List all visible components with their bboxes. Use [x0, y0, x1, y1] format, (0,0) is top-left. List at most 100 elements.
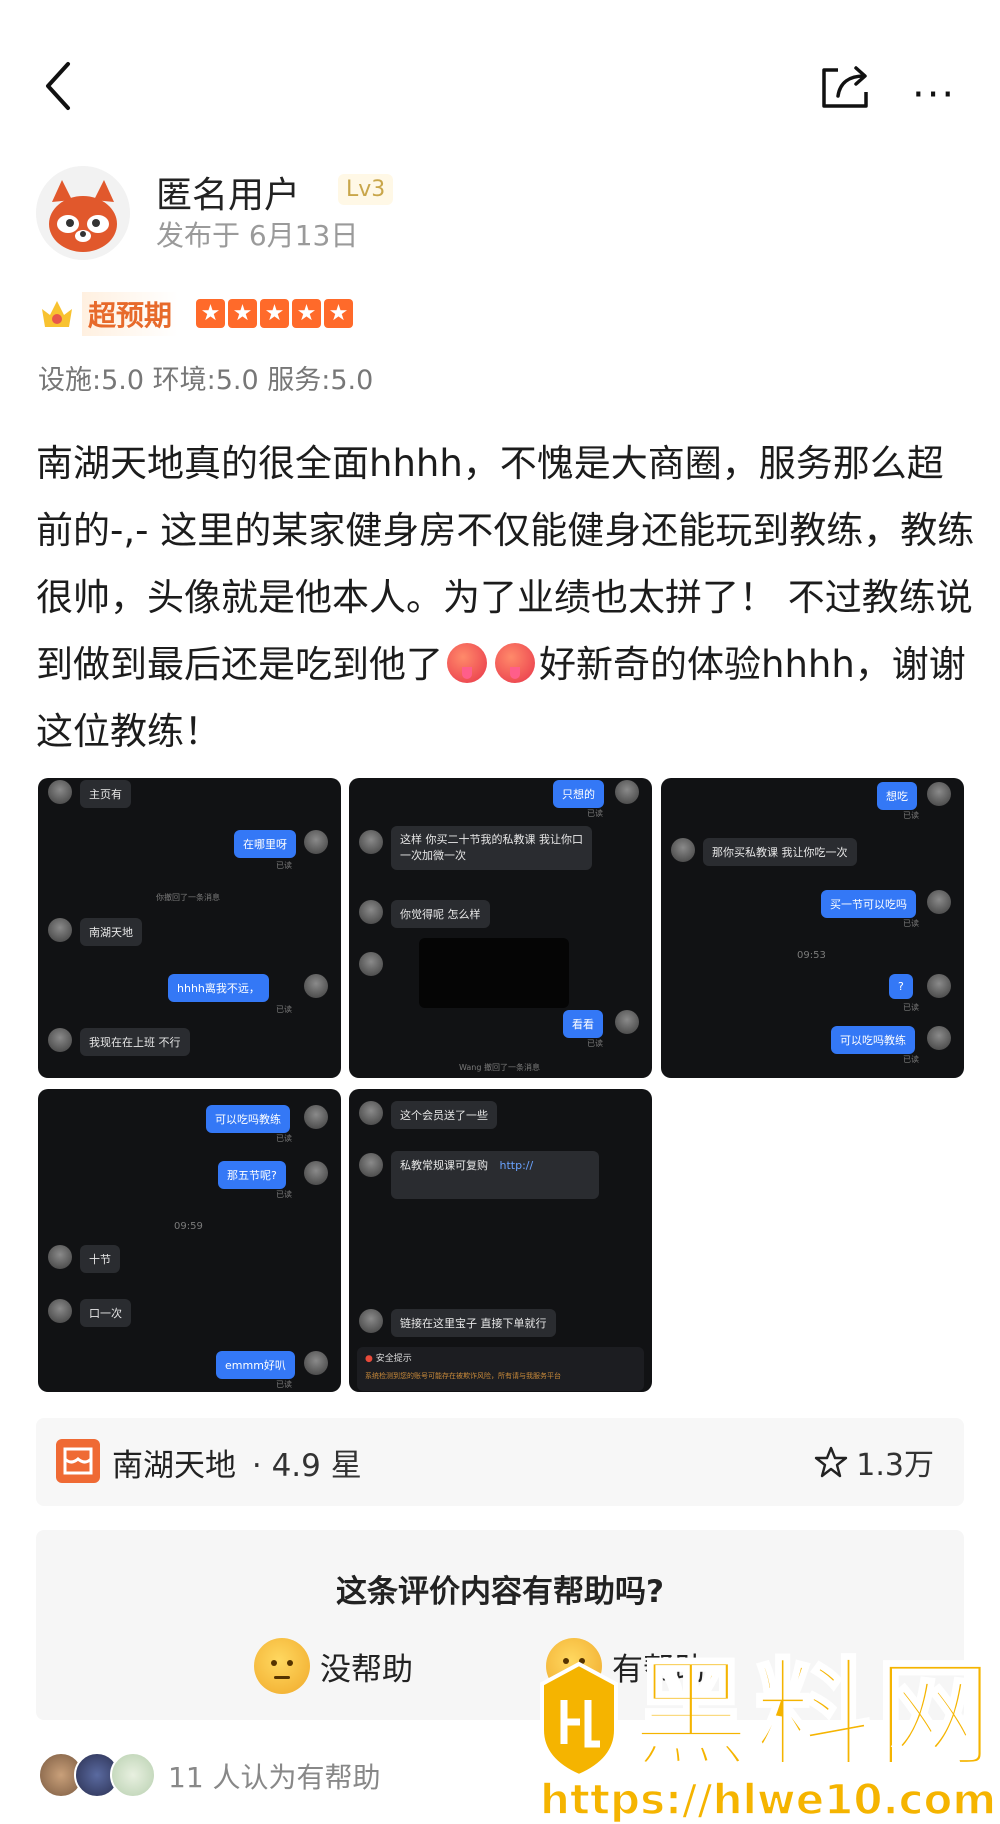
read-receipt: 已读 [276, 1134, 292, 1143]
chat-message: 可以吃吗教练 [831, 1026, 915, 1054]
recall-notice: 你撤回了一条消息 [156, 893, 220, 902]
place-card[interactable]: 南湖天地 · 4.9 星 1.3万 [36, 1418, 964, 1506]
chat-avatar [359, 830, 383, 854]
review-text: 南湖天地真的很全面hhhh，不愧是大商圈，服务那么超前的-,- 这里的某家健身房… [36, 430, 976, 765]
watermark-url: https://hlwe10.com [539, 1774, 997, 1824]
chat-message: 主页有 [80, 780, 131, 808]
chat-avatar [48, 918, 72, 942]
hot-face-emoji-icon [495, 643, 535, 683]
read-receipt: 已读 [903, 1003, 919, 1012]
favorite-button[interactable]: 1.3万 [814, 1440, 934, 1484]
favorite-count: 1.3万 [856, 1448, 934, 1483]
chat-avatar [927, 974, 951, 998]
chat-message: 只想的 [553, 780, 604, 808]
security-warning: ● 安全提示 系统检测到您的账号可能存在被欺诈风险，所有请与我服务平台 [357, 1347, 644, 1391]
watermark-logo-icon [536, 1660, 622, 1780]
chat-avatar [615, 1010, 639, 1034]
helpful-question: 这条评价内容有帮助吗? [336, 1574, 664, 1610]
watermark-emblem [540, 1661, 618, 1779]
back-button[interactable] [40, 58, 76, 114]
star-outline-icon [815, 1446, 848, 1478]
voter-avatars[interactable] [38, 1752, 156, 1798]
read-receipt: 已读 [276, 861, 292, 870]
rating-label: 超预期 [82, 292, 179, 336]
review-image-4[interactable]: 可以吃吗教练 已读 那五节呢? 已读 09:59 十节 口一次 emmm好叭 已… [38, 1089, 341, 1392]
back-arrow-icon [46, 62, 70, 110]
chat-avatar [927, 1026, 951, 1050]
chat-avatar [359, 1153, 383, 1177]
review-image-3[interactable]: 想吃 已读 那你买私教课 我让你吃一次 买一节可以吃吗 已读 09:53 ? 已… [661, 778, 964, 1078]
star-icon: ★ [292, 299, 321, 328]
chat-message: 私教常规课可复购 http:// [391, 1151, 599, 1199]
sub-scores: 设施:5.0 环境:5.0 服务:5.0 [38, 365, 374, 396]
redacted-block [419, 938, 569, 1008]
review-image-1[interactable]: 主页有 在哪里呀 已读 你撤回了一条消息 南湖天地 hhhh离我不远， 已读 我… [38, 778, 341, 1078]
chat-message: 这样 你买二十节我的私教课 我让你口 一次加微一次 [391, 826, 592, 870]
chat-avatar [359, 1309, 383, 1333]
chat-link[interactable]: http:// [500, 1159, 534, 1172]
chat-message: 我现在在上班 不行 [80, 1028, 190, 1056]
chat-avatar [359, 900, 383, 924]
chat-avatar [615, 780, 639, 804]
chat-message: 那五节呢? [218, 1161, 286, 1189]
star-rating: ★ ★ ★ ★ ★ [196, 299, 353, 328]
publish-date: 发布于 6月13日 [156, 219, 359, 252]
review-image-5[interactable]: 这个会员送了一些 私教常规课可复购 http:// 链接在这里宝子 直接下单就行… [349, 1089, 652, 1392]
warning-icon: ● [365, 1354, 373, 1364]
chat-avatar [304, 830, 328, 854]
chat-message: hhhh离我不远， [168, 974, 269, 1002]
star-icon: ★ [260, 299, 289, 328]
chat-avatar [48, 1245, 72, 1269]
crown-emoji-icon [42, 301, 72, 327]
star-icon: ★ [228, 299, 257, 328]
chat-message: 口一次 [80, 1299, 131, 1327]
chat-message: 在哪里呀 [234, 830, 296, 858]
review-image-2[interactable]: 只想的 已读 这样 你买二十节我的私教课 我让你口 一次加微一次 你觉得呢 怎么… [349, 778, 652, 1078]
star-icon: ★ [196, 299, 225, 328]
share-button[interactable] [818, 62, 874, 112]
place-info: 南湖天地 · 4.9 星 [112, 1440, 362, 1485]
read-receipt: 已读 [587, 809, 603, 818]
chat-message: 南湖天地 [80, 918, 142, 946]
read-receipt: 已读 [903, 811, 919, 820]
chat-avatar [48, 1028, 72, 1052]
chat-avatar [359, 952, 383, 976]
chat-message: ? [889, 974, 913, 999]
not-helpful-button[interactable]: 没帮助 [254, 1638, 413, 1694]
more-options-icon[interactable]: ··· [912, 72, 956, 118]
chat-avatar [304, 974, 328, 998]
chat-avatar [304, 1351, 328, 1375]
avatar [110, 1752, 156, 1798]
place-rating: · 4.9 星 [251, 1448, 362, 1484]
chat-message: emmm好叭 [216, 1351, 295, 1379]
security-warning-label: 安全提示 [375, 1354, 412, 1364]
chat-message: 可以吃吗教练 [206, 1105, 290, 1133]
chat-avatar [48, 780, 72, 804]
chat-message: 看看 [563, 1010, 603, 1038]
worried-face-icon [254, 1638, 310, 1694]
read-receipt: 已读 [587, 1039, 603, 1048]
chat-message: 想吃 [877, 782, 917, 810]
watermark-brand: 黑料网 [630, 1646, 999, 1784]
hot-face-emoji-icon [447, 643, 487, 683]
chat-message: 买一节可以吃吗 [821, 890, 916, 918]
username[interactable]: 匿名用户 [156, 166, 300, 218]
read-receipt: 已读 [276, 1005, 292, 1014]
read-receipt: 已读 [903, 1055, 919, 1064]
place-name: 南湖天地 [112, 1448, 236, 1484]
helpful-count: 11 人认为有帮助 [168, 1761, 381, 1794]
not-helpful-label: 没帮助 [320, 1651, 413, 1688]
store-icon [56, 1439, 100, 1483]
chat-message: 你觉得呢 怎么样 [391, 900, 490, 928]
share-icon [822, 66, 868, 108]
chat-message: 那你买私教课 我让你吃一次 [703, 838, 857, 866]
read-receipt: 已读 [276, 1380, 292, 1389]
chat-timestamp: 09:59 [174, 1221, 203, 1232]
chat-avatar [359, 1101, 383, 1125]
chat-message: 十节 [80, 1245, 120, 1273]
chat-avatar [304, 1105, 328, 1129]
recall-notice: Wang 撤回了一条消息 [459, 1063, 540, 1072]
chat-avatar [48, 1299, 72, 1323]
chat-avatar [304, 1161, 328, 1185]
avatar[interactable] [36, 166, 130, 260]
